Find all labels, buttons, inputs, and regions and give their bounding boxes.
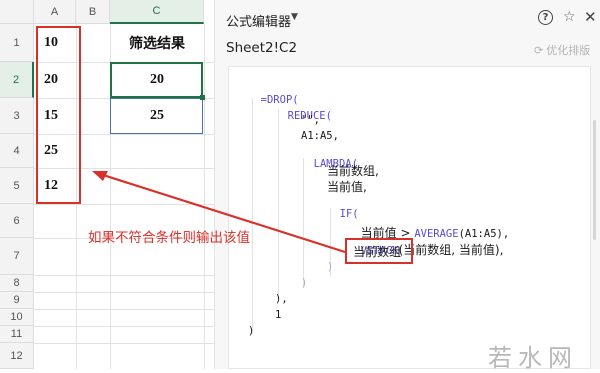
watermark-logo: 若水网 xyxy=(488,344,578,372)
annotation-arrows xyxy=(92,171,346,254)
annotation-text: 如果不符合条件则输出该值 xyxy=(88,230,250,246)
